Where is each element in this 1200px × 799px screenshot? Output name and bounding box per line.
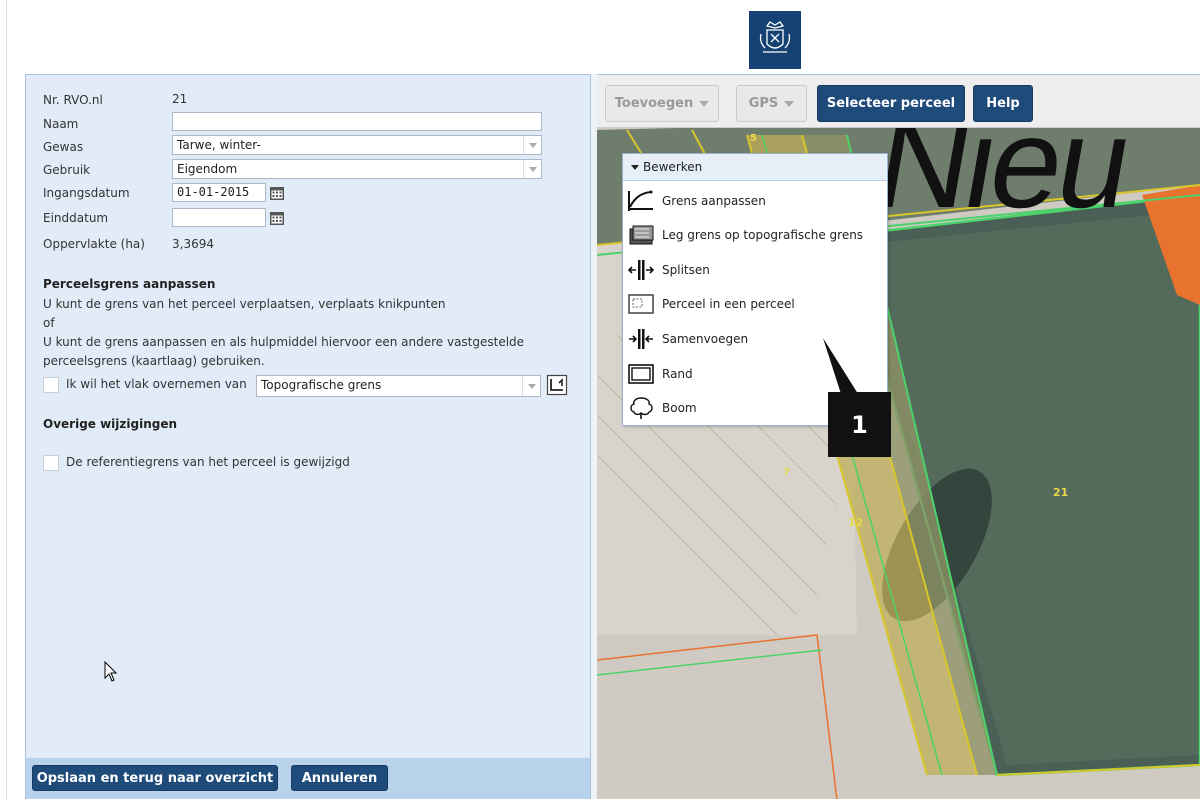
edit-form-panel: Nr. RVO.nl 21 Naam Gewas Tarwe, winter- … xyxy=(25,74,591,799)
naam-input[interactable] xyxy=(172,112,542,131)
menu-item-label: Boom xyxy=(662,401,697,415)
ingangsdatum-input[interactable]: 01-01-2015 xyxy=(172,183,266,202)
selecteer-perceel-button[interactable]: Selecteer perceel xyxy=(817,85,965,122)
calendar-icon[interactable] xyxy=(269,210,285,226)
menu-item-label: Rand xyxy=(662,367,693,381)
overige-heading: Overige wijzigingen xyxy=(43,417,178,431)
chevron-down-icon xyxy=(523,160,541,178)
form-footer: Opslaan en terug naar overzicht Annulere… xyxy=(26,758,590,799)
ingangsdatum-label: Ingangsdatum xyxy=(43,186,130,200)
parcel-label-12: 12 xyxy=(848,516,864,529)
callout-badge: 1 xyxy=(828,392,891,457)
topo-boundary-icon xyxy=(626,222,656,248)
gewas-select[interactable]: Tarwe, winter- xyxy=(172,135,542,155)
gebruik-select[interactable]: Eigendom xyxy=(172,159,542,179)
gewas-label: Gewas xyxy=(43,140,84,154)
save-button[interactable]: Opslaan en terug naar overzicht xyxy=(32,765,278,791)
parcel-in-parcel-icon xyxy=(626,291,656,317)
left-divider xyxy=(6,0,7,799)
gps-label: GPS xyxy=(748,96,779,111)
overnemen-checkbox[interactable] xyxy=(43,377,59,393)
menu-item-perceel-in-perceel[interactable]: Perceel in een perceel xyxy=(623,287,887,321)
merge-icon xyxy=(626,326,656,352)
oppervlakte-label: Oppervlakte (ha) xyxy=(43,237,145,251)
gewas-value: Tarwe, winter- xyxy=(177,138,261,152)
perceelsgrens-text-1: U kunt de grens van het perceel verplaat… xyxy=(43,297,446,311)
mouse-cursor-icon xyxy=(104,661,118,682)
referentiegrens-checkbox[interactable] xyxy=(43,455,59,471)
split-icon xyxy=(626,257,656,283)
tree-icon xyxy=(626,395,656,421)
perceelsgrens-heading: Perceelsgrens aanpassen xyxy=(43,277,216,291)
kaartlaag-select[interactable]: Topografische grens xyxy=(256,375,541,397)
overnemen-label: Ik wil het vlak overnemen van xyxy=(66,377,247,391)
page: Nr. RVO.nl 21 Naam Gewas Tarwe, winter- … xyxy=(0,0,1200,799)
perceelsgrens-text-3: U kunt de grens aanpassen en als hulpmid… xyxy=(43,335,525,349)
menu-item-grens-aanpassen[interactable]: Grens aanpassen xyxy=(623,184,887,218)
toevoegen-dropdown[interactable]: Toevoegen xyxy=(605,85,719,122)
chevron-down-icon xyxy=(523,136,541,154)
border-icon xyxy=(626,361,656,387)
gps-dropdown[interactable]: GPS xyxy=(736,85,807,122)
oppervlakte-value: 3,3694 xyxy=(172,237,214,251)
calendar-icon[interactable] xyxy=(269,185,285,201)
map-toolbar: Toevoegen GPS Selecteer perceel Help xyxy=(597,75,1200,128)
gebruik-label: Gebruik xyxy=(43,163,91,177)
menu-item-label: Grens aanpassen xyxy=(662,194,766,208)
menu-item-label: Samenvoegen xyxy=(662,332,749,346)
nr-label: Nr. RVO.nl xyxy=(43,93,103,107)
parcel-label-5: 5 xyxy=(750,133,757,144)
parcel-label-7: 7 xyxy=(783,467,790,478)
nr-value: 21 xyxy=(172,92,188,106)
gebruik-value: Eigendom xyxy=(177,162,238,176)
bewerken-menu-header[interactable]: Bewerken xyxy=(623,154,887,181)
menu-item-splitsen[interactable]: Splitsen xyxy=(623,253,887,287)
referentiegrens-label: De referentiegrens van het perceel is ge… xyxy=(66,455,350,469)
chevron-down-icon xyxy=(699,100,710,107)
government-logo xyxy=(749,11,801,69)
triangle-down-icon xyxy=(631,164,639,170)
take-over-shape-icon[interactable] xyxy=(546,374,568,396)
chevron-down-icon xyxy=(784,100,795,107)
menu-item-label: Splitsen xyxy=(662,263,710,277)
cancel-button[interactable]: Annuleren xyxy=(291,765,388,791)
help-button[interactable]: Help xyxy=(973,85,1033,122)
perceelsgrens-text-4: perceelsgrens (kaartlaag) gebruiken. xyxy=(43,354,265,368)
menu-item-label: Perceel in een perceel xyxy=(662,297,795,311)
einddatum-input[interactable] xyxy=(172,208,266,227)
toevoegen-label: Toevoegen xyxy=(614,96,694,111)
menu-item-topografische-grens[interactable]: Leg grens op topografische grens xyxy=(623,218,887,252)
kaartlaag-value: Topografische grens xyxy=(261,378,382,392)
edit-boundary-icon xyxy=(626,188,656,214)
chevron-down-icon xyxy=(522,376,540,396)
einddatum-label: Einddatum xyxy=(43,211,109,225)
perceelsgrens-text-2: of xyxy=(43,316,55,330)
bewerken-menu-title: Bewerken xyxy=(643,160,703,174)
parcel-label-21: 21 xyxy=(1053,486,1069,499)
menu-item-label: Leg grens op topografische grens xyxy=(662,228,864,242)
naam-label: Naam xyxy=(43,117,79,131)
